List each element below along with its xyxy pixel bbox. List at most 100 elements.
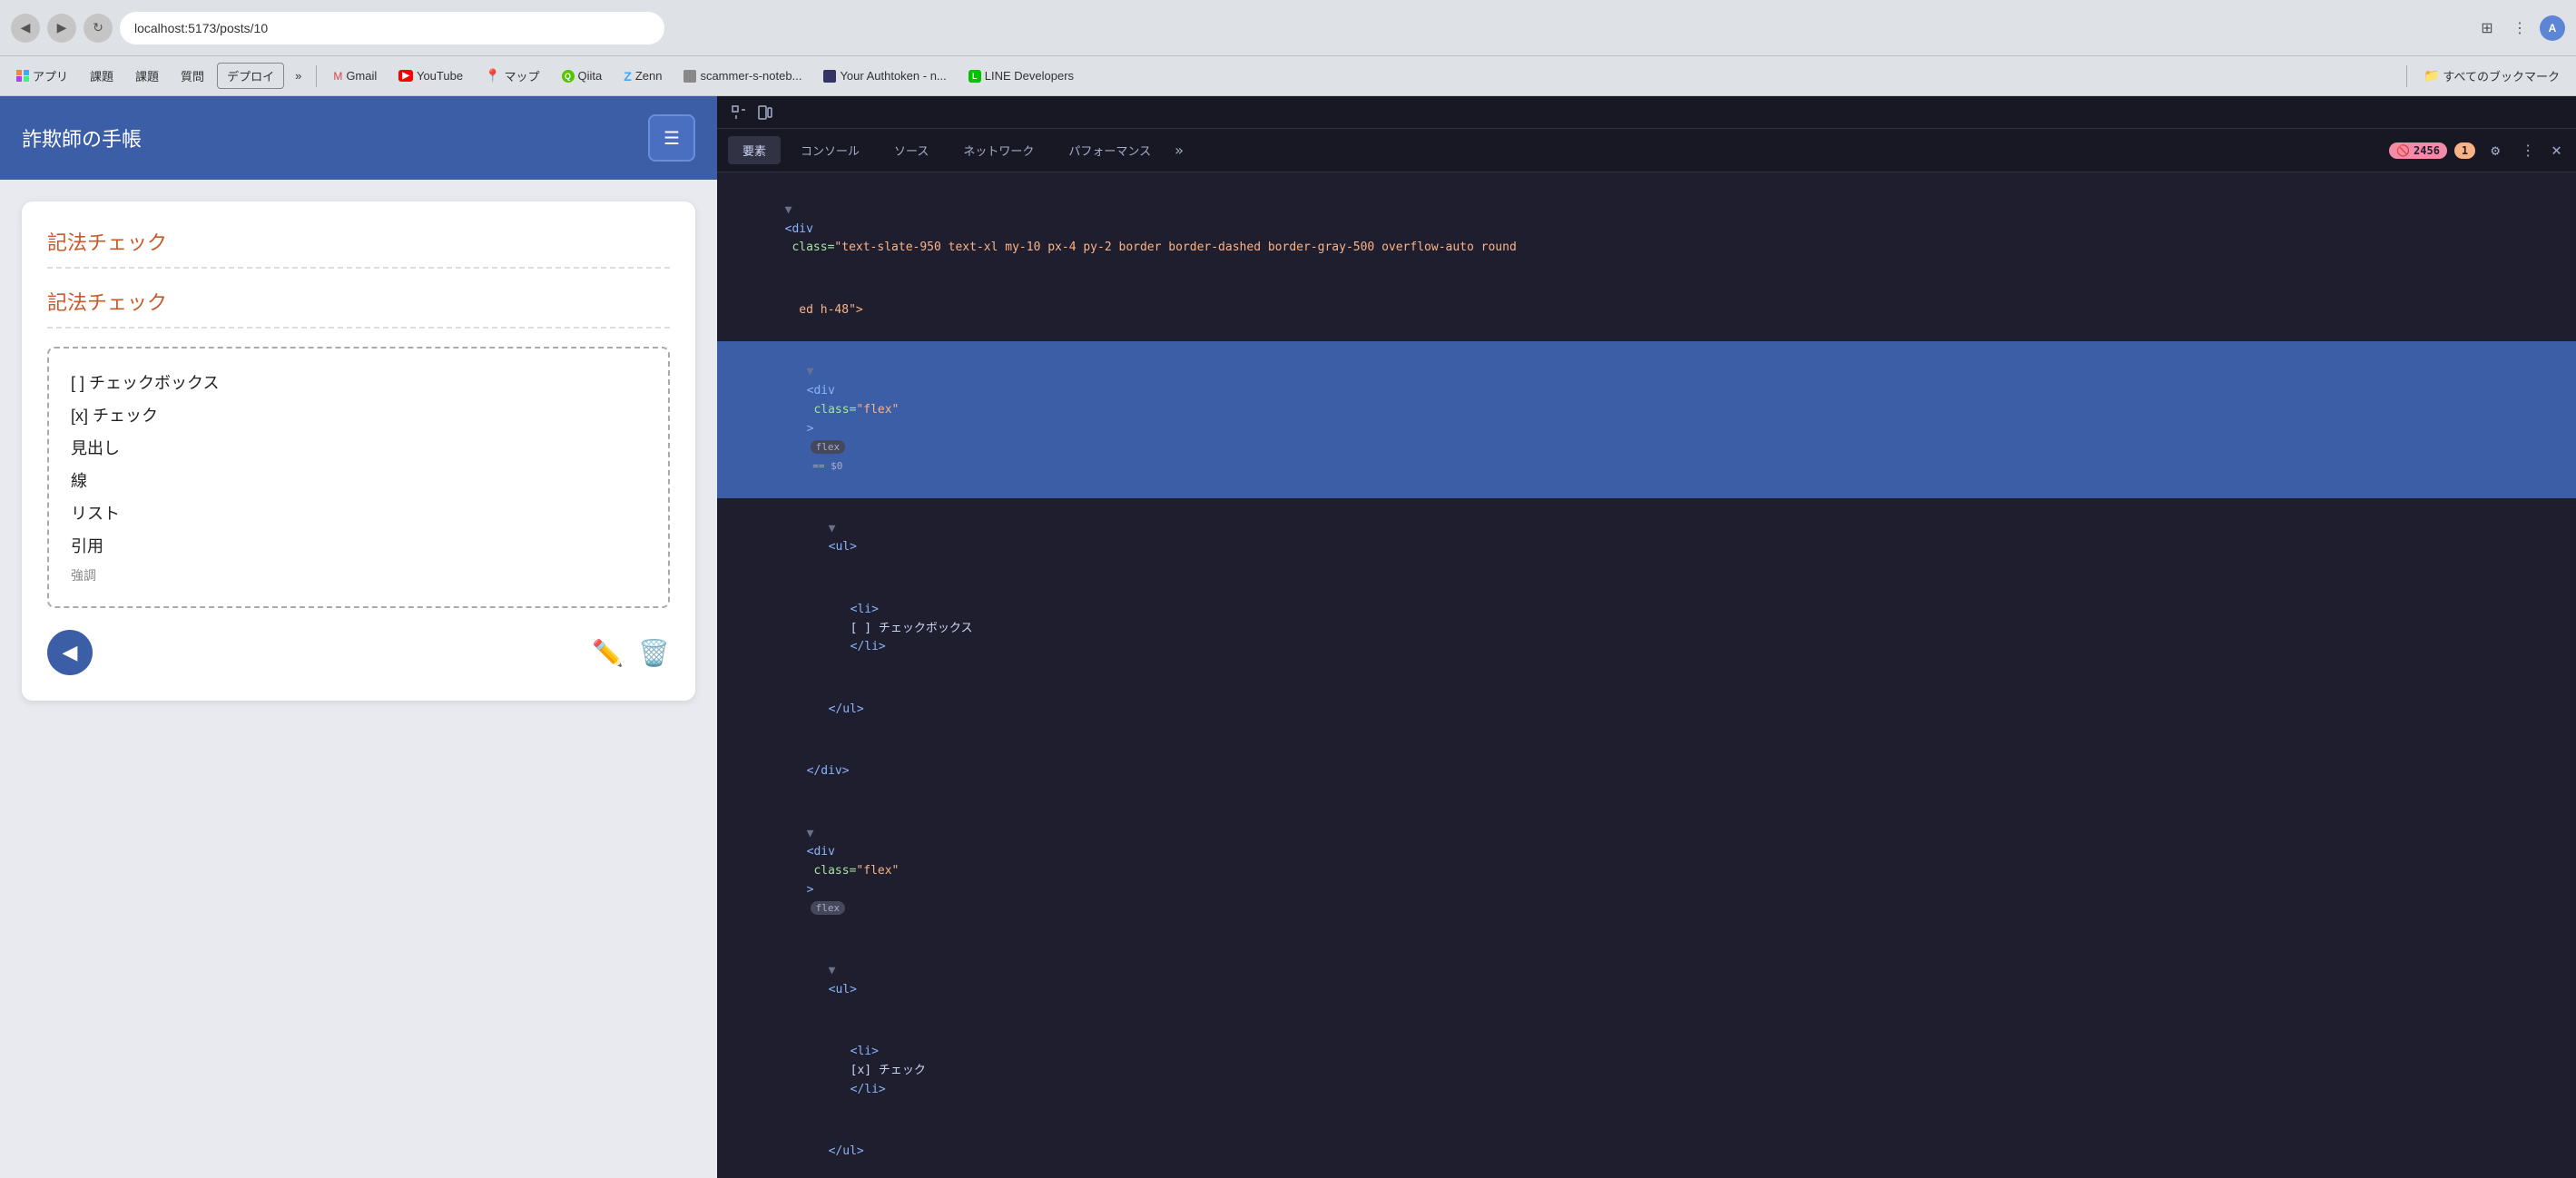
bookmark-scammer[interactable]: scammer-s-noteb... xyxy=(674,65,811,86)
dom-tag7: </ul> xyxy=(829,702,864,716)
dom-tag6: </li> xyxy=(850,640,886,653)
dom-line[interactable]: ▼ <ul> xyxy=(717,940,2576,1021)
app-title: 詐欺師の手帳 xyxy=(22,123,142,152)
bookmark-zenn[interactable]: Z Zenn xyxy=(615,65,671,87)
bookmark-question[interactable]: 質問 xyxy=(172,64,213,88)
section1-title: 記法チェック xyxy=(47,227,670,269)
dom-tag5: <li> xyxy=(850,603,879,616)
profile-avatar[interactable]: A xyxy=(2540,15,2565,41)
url-bar[interactable] xyxy=(120,12,664,44)
content-item-3: 線 xyxy=(71,465,646,497)
task1-label: 課題 xyxy=(90,67,113,84)
more-options-button[interactable]: ⋮ xyxy=(2515,138,2541,163)
expand-arrow3: ▼ xyxy=(829,522,843,535)
content-item-0: [ ] チェックボックス xyxy=(71,367,646,399)
dom-line[interactable]: </div> xyxy=(717,741,2576,802)
dom-tag9: <div xyxy=(807,845,835,859)
dom-line[interactable]: ▼ <div class="text-slate-950 text-xl my-… xyxy=(717,180,2576,280)
card-actions: ◀ ✏️ 🗑️ xyxy=(47,630,670,675)
bookmark-separator2 xyxy=(2406,65,2407,87)
dom-line[interactable]: <li> [ ] チェックボックス </li> xyxy=(717,579,2576,679)
dom-attr-value2: ed h-48"> xyxy=(785,303,863,317)
qiita-label: Qiita xyxy=(578,69,603,83)
settings-button[interactable]: ⚙ xyxy=(2483,138,2508,163)
expand-arrow2: ▼ xyxy=(807,365,821,378)
main-card: 記法チェック 記法チェック [ ] チェックボックス [x] チェック 見出し … xyxy=(22,201,695,701)
devtools-toolbar-right: 🚫 2456 1 ⚙ ⋮ ✕ xyxy=(2389,137,2565,163)
forward-button[interactable]: ▶ xyxy=(47,14,76,43)
expand-arrow: ▼ xyxy=(785,203,800,217)
question-label: 質問 xyxy=(181,67,204,84)
web-app: 詐欺師の手帳 ☰ 記法チェック 記法チェック [ ] チェックボックス [x] … xyxy=(0,96,717,1178)
extensions-button[interactable]: ⊞ xyxy=(2474,15,2500,41)
bookmark-folder[interactable]: 📁 すべてのブックマーク xyxy=(2414,64,2569,88)
apps-label: アプリ xyxy=(33,67,68,84)
youtube-label: YouTube xyxy=(417,69,463,83)
dom-attr: class= xyxy=(785,241,835,254)
content-item-4: リスト xyxy=(71,497,646,530)
section2-title: 記法チェック xyxy=(47,287,670,329)
dom-tag2: <div xyxy=(807,384,835,398)
bookmark-authtoken[interactable]: Your Authtoken - n... xyxy=(814,65,955,86)
bookmark-deploy[interactable]: デプロイ xyxy=(217,63,284,89)
dom-line[interactable]: ed h-48"> xyxy=(717,280,2576,341)
dom-tag14: </ul> xyxy=(829,1144,864,1158)
close-devtools-button[interactable]: ✕ xyxy=(2548,137,2565,163)
tab-performance[interactable]: パフォーマンス xyxy=(1054,136,1165,164)
more-tabs-button[interactable]: » xyxy=(1171,138,1187,162)
expand-arrow4: ▼ xyxy=(807,827,821,840)
dollar-sign: == $0 xyxy=(807,460,843,472)
device-tool[interactable] xyxy=(753,102,775,123)
dom-line[interactable]: ▼ <div class="flex" > flex xyxy=(717,803,2576,941)
tab-network[interactable]: ネットワーク xyxy=(949,136,1048,164)
warning-badge[interactable]: 1 xyxy=(2454,142,2475,159)
bookmark-line[interactable]: L LINE Developers xyxy=(959,65,1083,86)
map-label: マップ xyxy=(505,67,540,84)
bookmark-task1[interactable]: 課題 xyxy=(81,64,123,88)
dom-tag4: <ul> xyxy=(829,540,857,554)
back-button[interactable]: ◀ xyxy=(47,630,93,675)
bookmark-more[interactable]: » xyxy=(288,65,309,86)
dom-text2: [x] チェック xyxy=(850,1064,926,1077)
dom-line-selected[interactable]: ▼ <div class="flex" > flex == $0 xyxy=(717,341,2576,497)
bookmark-gmail[interactable]: M Gmail xyxy=(324,65,386,86)
reload-button[interactable]: ↻ xyxy=(84,14,113,43)
dom-attr-value4: "flex" xyxy=(856,864,899,878)
dom-text: [ ] チェックボックス xyxy=(850,622,973,635)
tab-console[interactable]: コンソール xyxy=(786,136,874,164)
bookmark-apps[interactable]: アプリ xyxy=(7,64,77,88)
gmail-label: Gmail xyxy=(346,69,377,83)
devtools-toolbar: 要素 コンソール ソース ネットワーク パフォーマンス » 🚫 2456 xyxy=(717,129,2576,172)
bookmark-qiita[interactable]: Q Qiita xyxy=(553,65,612,86)
edit-icon[interactable]: ✏️ xyxy=(592,638,624,668)
bookmark-youtube[interactable]: ▶ YouTube xyxy=(389,65,472,86)
tab-sources[interactable]: ソース xyxy=(880,136,943,164)
dom-line[interactable]: ▼ <ul> xyxy=(717,498,2576,579)
error-badge[interactable]: 🚫 2456 xyxy=(2389,142,2447,159)
hamburger-icon: ☰ xyxy=(664,127,680,150)
main-layout: 詐欺師の手帳 ☰ 記法チェック 記法チェック [ ] チェックボックス [x] … xyxy=(0,96,2576,1178)
dom-line[interactable]: </ul> xyxy=(717,679,2576,741)
dom-tag10: > xyxy=(807,883,814,897)
devtools-panel: 要素 コンソール ソース ネットワーク パフォーマンス » 🚫 2456 xyxy=(717,96,2576,1178)
delete-icon[interactable]: 🗑️ xyxy=(638,638,670,668)
menu-button[interactable]: ⋮ xyxy=(2507,15,2532,41)
app-content: 記法チェック 記法チェック [ ] チェックボックス [x] チェック 見出し … xyxy=(0,180,717,1178)
expand-arrow5: ▼ xyxy=(829,964,843,977)
hamburger-button[interactable]: ☰ xyxy=(648,114,695,162)
inspect-tool[interactable] xyxy=(728,102,750,123)
task2-label: 課題 xyxy=(135,67,159,84)
browser-bar: ◀ ▶ ↻ ⊞ ⋮ A xyxy=(0,0,2576,56)
dom-line[interactable]: </ul> xyxy=(717,1121,2576,1178)
dom-attr-value: "text-slate-950 text-xl my-10 px-4 py-2 … xyxy=(834,241,1516,254)
error-count: 2456 xyxy=(2414,144,2440,157)
dom-tag3: > xyxy=(807,422,814,436)
scammer-label: scammer-s-noteb... xyxy=(700,69,801,83)
dom-line[interactable]: <li> [x] チェック </li> xyxy=(717,1021,2576,1121)
dom-attr3: class= xyxy=(807,864,857,878)
back-button[interactable]: ◀ xyxy=(11,14,40,43)
dom-tag11: <ul> xyxy=(829,983,857,996)
bookmark-map[interactable]: 📍 マップ xyxy=(476,64,548,88)
tab-elements[interactable]: 要素 xyxy=(728,136,781,164)
bookmark-task2[interactable]: 課題 xyxy=(126,64,168,88)
